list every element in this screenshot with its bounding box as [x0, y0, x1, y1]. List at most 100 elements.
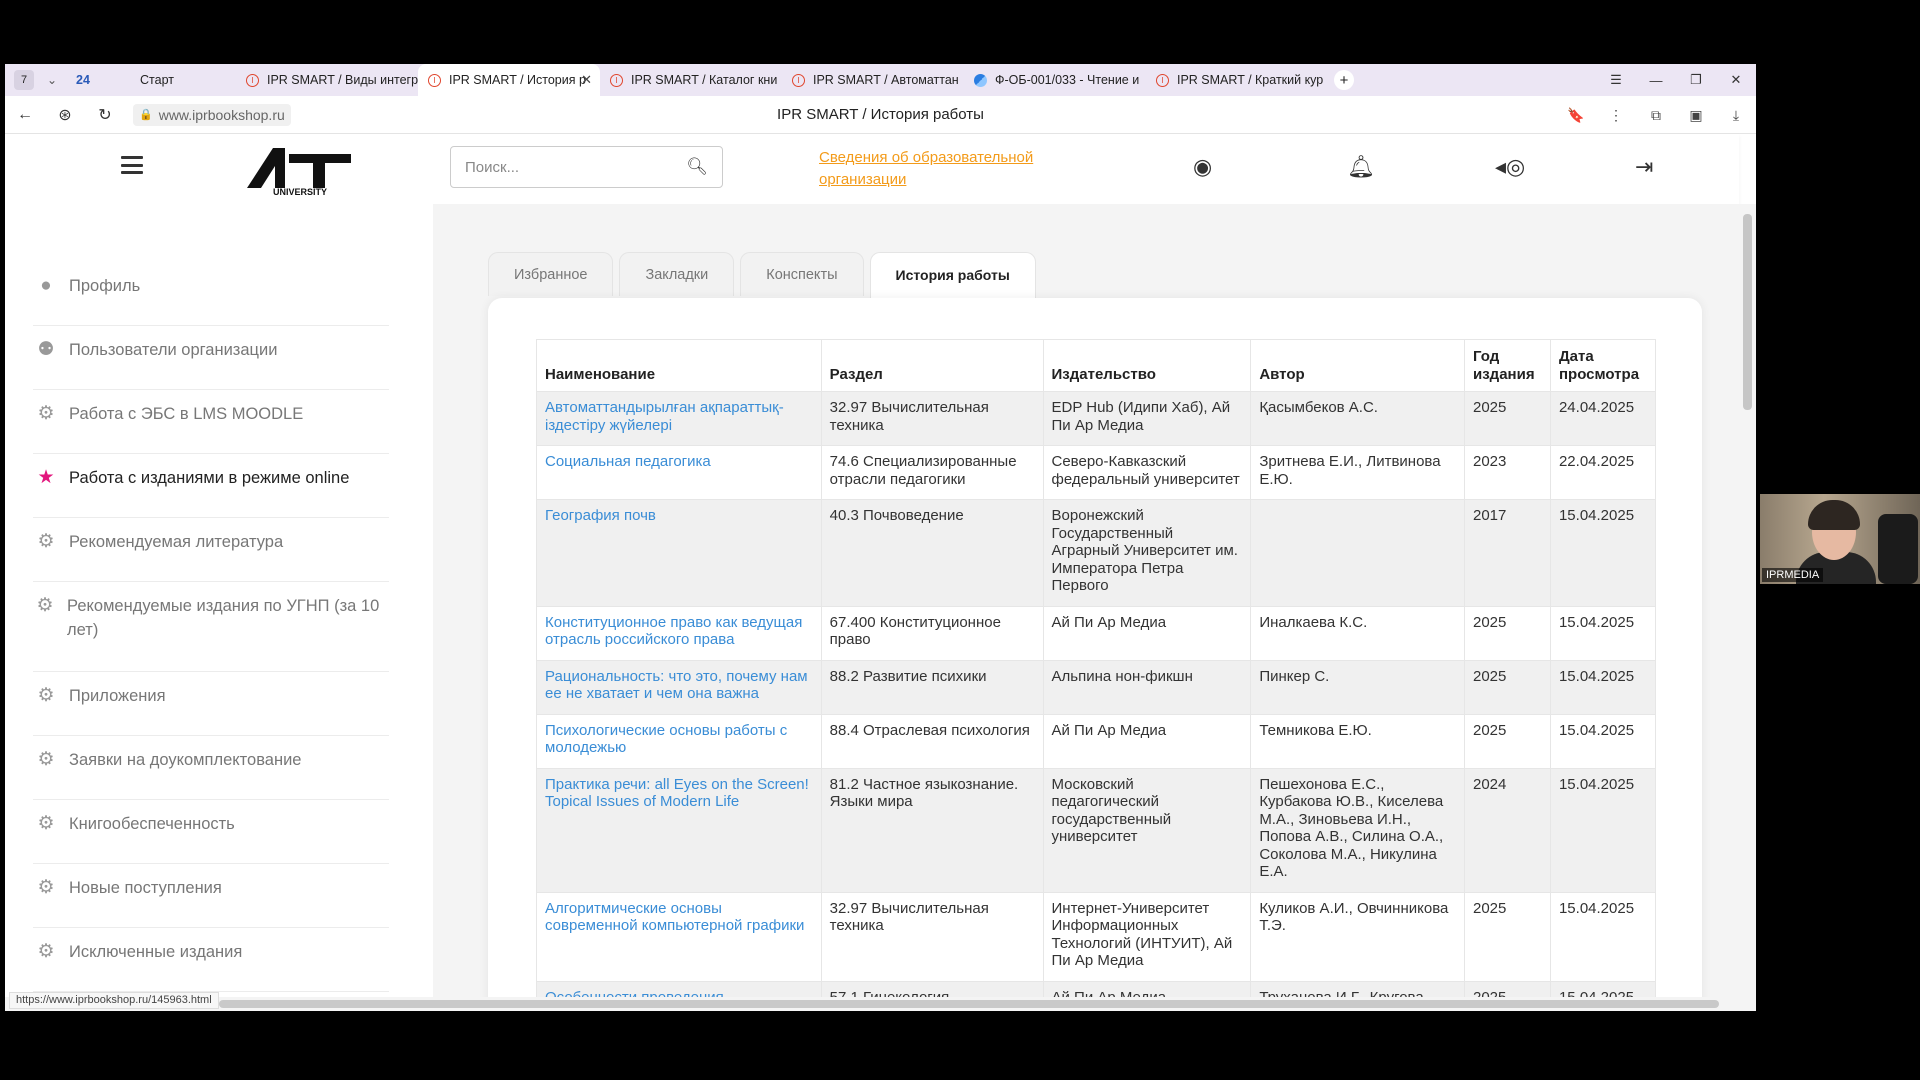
book-title-link[interactable]: Алгоритмические основы современной компь… [545, 900, 804, 935]
tab-item[interactable]: Ф-ОБ-001/033 - Чтение и [964, 64, 1146, 96]
back-icon[interactable]: ← [5, 106, 45, 124]
date-cell: 15.04.2025 [1549, 713, 1657, 769]
new-tab-icon[interactable]: + [1334, 70, 1354, 90]
book-title-link[interactable]: Рациональность: что это, почему нам ее н… [545, 668, 808, 703]
logout-icon[interactable]: ⇥ [1635, 154, 1653, 180]
section-cell: 32.97 Вычислительная техника [820, 891, 1044, 982]
vertical-scrollbar[interactable] [1739, 204, 1756, 1011]
scrollbar-thumb[interactable] [219, 1000, 1719, 1008]
webcam-label: IPRMEDIA [1762, 568, 1824, 582]
book-title-link[interactable]: Автоматтандырылған ақпараттық-іздестіру … [545, 399, 784, 434]
publisher-cell: Интернет-Университет Информационных Техн… [1042, 891, 1252, 982]
book-title-link[interactable]: Социальная педагогика [545, 453, 711, 470]
tab-bookmarks[interactable]: Закладки [619, 252, 735, 296]
chevron-down-icon[interactable]: ⌄ [42, 73, 62, 87]
sidebar-item-new-arrivals[interactable]: ⚙ Новые поступления [33, 864, 389, 928]
minimize-icon[interactable]: — [1636, 73, 1676, 88]
url-field[interactable]: 🔒 www.iprbookshop.ru [133, 103, 291, 126]
tab-item[interactable]: I IPR SMART / Автоматтан [782, 64, 964, 96]
publisher-cell: EDP Hub (Идипи Хаб), Ай Пи Ар Медиа [1042, 391, 1252, 446]
column-header: Раздел [820, 339, 1044, 392]
eye-icon[interactable]: ◉ [1193, 154, 1212, 180]
search-box: 🔍︎ [450, 146, 723, 188]
book-title-link[interactable]: Практика речи: all Eyes on the Screen! T… [545, 776, 809, 811]
author-cell: Иналкаева К.С. [1250, 605, 1465, 661]
logo-subtitle: UNIVERSITY [273, 187, 327, 196]
bell-icon[interactable]: 🔔︎ [1347, 154, 1375, 180]
sidebar-item-label: Книгообеспеченность [69, 815, 235, 833]
book-title-link[interactable]: Конституционное право как ведущая отрасл… [545, 614, 802, 649]
sidebar-item-requests[interactable]: ⚙ Заявки на доукомплектование [33, 736, 389, 800]
sidebar-item-ugnp[interactable]: ⚙ Рекомендуемые издания по УГНП (за 10 ле… [33, 582, 389, 672]
close-window-icon[interactable]: ✕ [1716, 72, 1756, 88]
sidebar-item-book-supply[interactable]: ⚙ Книгообеспеченность [33, 800, 389, 864]
tab-list-icon[interactable]: ☰ [1596, 72, 1636, 88]
tab-item[interactable]: I IPR SMART / Каталог кни [600, 64, 782, 96]
section-cell: 88.2 Развитие психики [820, 659, 1044, 715]
scrollbar-thumb[interactable] [1743, 214, 1752, 410]
publisher-cell: Ай Пи Ар Медиа [1042, 605, 1252, 661]
tab-count-badge[interactable]: 7 [14, 70, 34, 90]
publisher-cell: Альпина нон-фикшн [1042, 659, 1252, 715]
bookmark-icon[interactable]: 🔖 [1556, 107, 1596, 124]
table-row: Алгоритмические основы современной компь… [536, 891, 1657, 982]
publisher-cell: Северо-Кавказский федеральный университе… [1042, 445, 1252, 500]
date-cell: 15.04.2025 [1549, 891, 1657, 982]
sidebar-item-org-users[interactable]: ⚉ Пользователи организации [33, 326, 389, 390]
tab-work-history[interactable]: История работы [869, 252, 1036, 298]
tab-favorites[interactable]: Избранное [488, 252, 614, 296]
author-cell: Пешехонова Е.С., Курбакова Ю.В., Киселев… [1250, 767, 1465, 893]
gear-icon: ⚙ [37, 813, 55, 834]
sidebar-item-online-editions[interactable]: ★ Работа с изданиями в режиме online [33, 454, 389, 518]
tab-item[interactable]: I IPR SMART / Виды интегр [236, 64, 418, 96]
address-bar: IPR SMART / История работы ← ⊛ ↻ 🔒 www.ip… [5, 96, 1756, 134]
title-cell: География почв [536, 499, 822, 607]
book-title-link[interactable]: География почв [545, 507, 656, 524]
users-icon: ⚉ [37, 339, 55, 360]
sidebar-item-moodle[interactable]: ⚙ Работа с ЭБС в LMS MOODLE [33, 390, 389, 454]
sidebar-item-excluded[interactable]: ⚙ Исключенные издания [33, 928, 389, 992]
sidebar-item-apps[interactable]: ⚙ Приложения [33, 672, 389, 736]
year-cell: 2025 [1464, 891, 1551, 982]
sidebar-item-recommended[interactable]: ⚙ Рекомендуемая литература [33, 518, 389, 582]
user-circle-icon[interactable]: ◂◎ [1495, 154, 1525, 180]
search-input[interactable] [465, 158, 687, 176]
table-row: Конституционное право как ведущая отрасл… [536, 605, 1657, 661]
column-header: Издательство [1042, 339, 1252, 392]
year-cell: 2017 [1464, 499, 1551, 607]
download-icon[interactable]: ⤓ [1716, 107, 1756, 124]
book-title-link[interactable]: Психологические основы работы с молодежь… [545, 722, 787, 757]
restore-icon[interactable]: ❐ [1676, 72, 1716, 88]
gear-icon: ⚙ [37, 749, 55, 770]
tab-start[interactable]: Старт [116, 64, 236, 96]
university-logo[interactable]: UNIVERSITY [245, 144, 355, 196]
shield-icon[interactable]: ⊛ [45, 105, 85, 125]
sidebar-item-label: Новые поступления [69, 879, 222, 897]
history-table: Наименование Раздел Издательство Автор Г… [536, 339, 1657, 1011]
tab-item[interactable]: I IPR SMART / Краткий кур [1146, 64, 1328, 96]
menu-icon[interactable] [121, 156, 143, 174]
section-cell: 40.3 Почвоведение [820, 499, 1044, 607]
sidebar-item-label: Пользователи организации [69, 341, 278, 359]
horizontal-scrollbar[interactable] [5, 997, 1756, 1011]
section-cell: 32.97 Вычислительная техника [820, 391, 1044, 446]
author-cell: Куликов А.И., Овчинникова Т.Э. [1250, 891, 1465, 982]
search-icon[interactable]: 🔍︎ [686, 157, 708, 177]
extensions-icon[interactable]: ⧉ [1636, 107, 1676, 124]
sidebar-item-profile[interactable]: ● Профиль [33, 262, 389, 326]
close-tab-icon[interactable]: ✕ [581, 72, 592, 88]
table-row: Рациональность: что это, почему нам ее н… [536, 659, 1657, 715]
org-info-link[interactable]: Сведения об образовательной организации [819, 147, 1079, 191]
reload-icon[interactable]: ↻ [85, 105, 125, 125]
tab-notes[interactable]: Конспекты [740, 252, 864, 296]
section-cell: 88.4 Отраслевая психология [820, 713, 1044, 769]
tab-item-active[interactable]: I IPR SMART / История р ✕ [418, 64, 600, 96]
title-cell: Автоматтандырылған ақпараттық-іздестіру … [536, 391, 822, 446]
profile-ext-icon[interactable]: ▣ [1676, 107, 1716, 124]
sidebar-item-label: Рекомендуемая литература [69, 533, 284, 551]
user-icon: ● [40, 275, 52, 296]
tab-group-label[interactable]: 24 [76, 73, 116, 87]
more-icon[interactable]: ⋮ [1596, 107, 1636, 124]
window-controls: ☰ — ❐ ✕ [1596, 64, 1756, 96]
sidebar-item-label: Исключенные издания [69, 943, 243, 961]
